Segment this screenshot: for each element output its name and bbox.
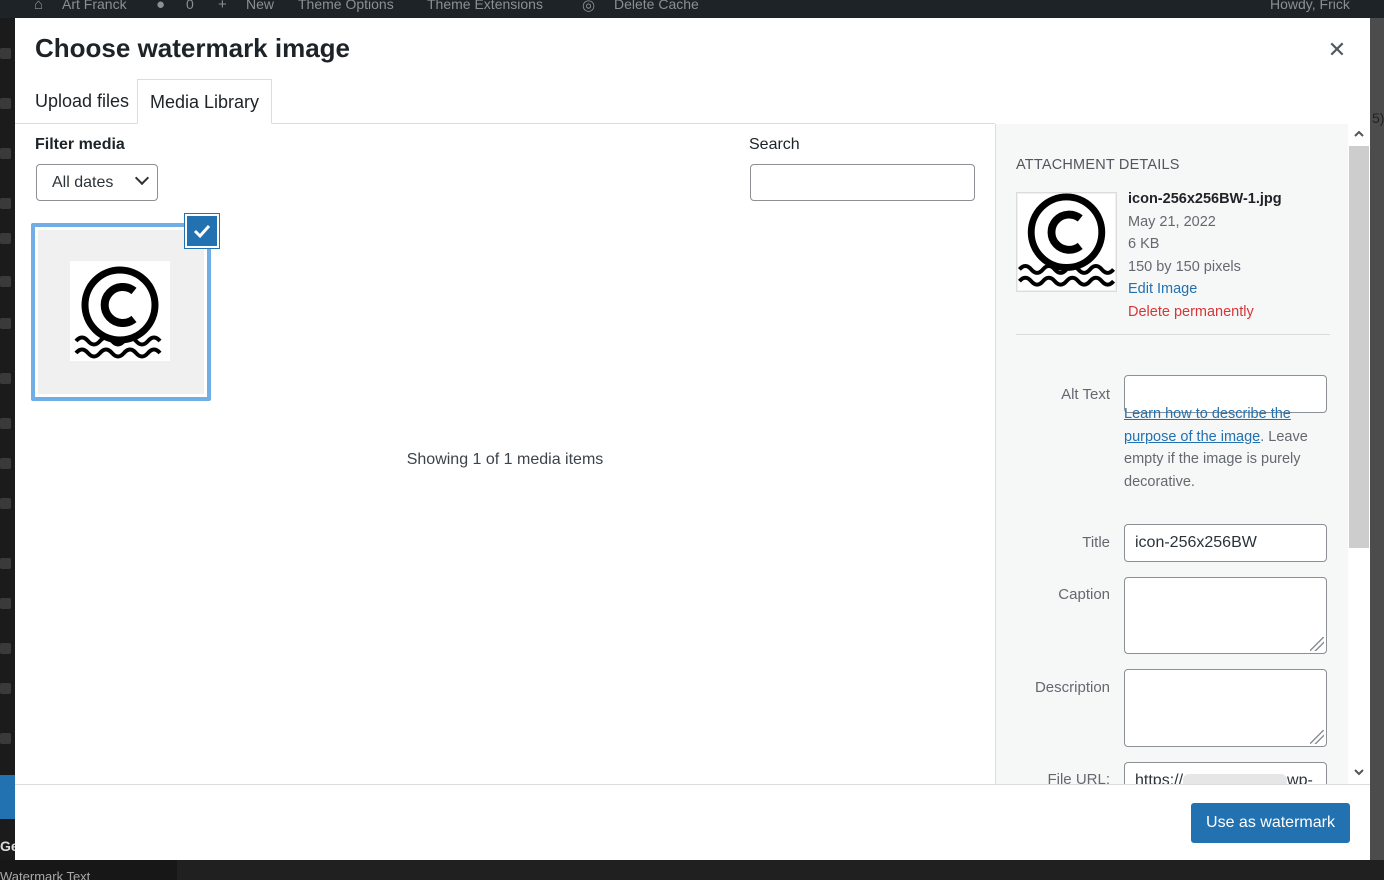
scroll-down-icon[interactable] (1353, 766, 1365, 778)
caption-textarea[interactable] (1124, 577, 1327, 654)
attachment-details-heading: ATTACHMENT DETAILS (1016, 157, 1180, 173)
plus-icon[interactable]: + (218, 0, 227, 13)
modal-footer: Use as watermark (15, 784, 1370, 860)
search-input[interactable] (750, 164, 975, 201)
description-label: Description (1034, 679, 1110, 696)
copyright-watermark-image (70, 261, 170, 361)
new-link[interactable]: New (246, 0, 274, 12)
search-label: Search (749, 136, 800, 153)
page-background-right: 5) (1370, 18, 1384, 880)
scrollbar-thumb[interactable] (1349, 146, 1369, 548)
attachment-date: May 21, 2022 (1128, 213, 1216, 230)
alt-text-help: Learn how to describe the purpose of the… (1124, 403, 1324, 493)
attachment-filename: icon-256x256BW-1.jpg (1128, 191, 1282, 207)
filter-media-label: Filter media (35, 136, 125, 153)
tab-upload-files[interactable]: Upload files (35, 79, 129, 124)
background-fragment: 5) (1372, 110, 1384, 126)
home-icon[interactable]: ⌂ (34, 0, 43, 13)
description-textarea[interactable] (1124, 669, 1327, 747)
caption-label: Caption (1058, 586, 1110, 603)
delete-permanently-link[interactable]: Delete permanently (1128, 301, 1282, 324)
theme-extensions-link[interactable]: Theme Extensions (427, 0, 543, 12)
title-input[interactable]: icon-256x256BW (1124, 524, 1327, 562)
modal-title: Choose watermark image (35, 33, 351, 63)
admin-sidebar-background (0, 18, 15, 880)
chevron-down-icon (134, 170, 150, 186)
redacted-url-segment (1183, 773, 1288, 784)
cache-icon[interactable]: ◎ (582, 0, 595, 14)
file-url-input[interactable]: https:// wp- (1124, 762, 1327, 784)
background-menu-fragment: Watermark Text (0, 869, 91, 880)
admin-bar: ⌂ Art Franck ● 0 + New Theme Options The… (0, 0, 1384, 18)
attachment-details-panel: ATTACHMENT DETAILS icon-256x256BW-1.jpg … (995, 124, 1350, 784)
theme-options-link[interactable]: Theme Options (298, 0, 394, 12)
admin-sidebar-active-item (0, 775, 15, 819)
file-url-prefix: https:// (1135, 772, 1184, 784)
alt-text-label: Alt Text (1061, 386, 1110, 403)
attachment-dimensions: 150 by 150 pixels (1128, 258, 1241, 275)
media-count-text: Showing 1 of 1 media items (406, 451, 604, 468)
tab-media-library[interactable]: Media Library (137, 79, 273, 124)
checkmark-icon (193, 224, 211, 239)
scroll-up-icon[interactable] (1353, 128, 1365, 140)
file-url-suffix: wp- (1287, 772, 1313, 784)
page-background-bottom: Ge Watermark Text (0, 838, 1384, 880)
title-label: Title (1082, 534, 1110, 551)
howdy-user[interactable]: Howdy, Frick (1270, 0, 1350, 12)
comments-icon[interactable]: ● (156, 0, 165, 13)
delete-cache-link[interactable]: Delete Cache (614, 0, 699, 12)
attachment-size: 6 KB (1128, 236, 1160, 253)
attachment-info: icon-256x256BW-1.jpg May 21, 2022 6 KB 1… (1128, 188, 1282, 324)
comments-count[interactable]: 0 (186, 0, 194, 12)
close-icon[interactable]: ✕ (1322, 36, 1352, 66)
use-as-watermark-button[interactable]: Use as watermark (1191, 803, 1350, 843)
site-name-link[interactable]: Art Franck (62, 0, 127, 12)
attachment-preview-image (1016, 192, 1117, 292)
media-item-thumbnail[interactable] (31, 223, 211, 401)
date-filter-select[interactable]: All dates (36, 164, 158, 201)
selected-check-button[interactable] (185, 214, 219, 248)
details-divider (1016, 334, 1330, 335)
date-filter-value: All dates (52, 174, 114, 191)
file-url-label: File URL: (1047, 771, 1110, 784)
edit-image-link[interactable]: Edit Image (1128, 278, 1282, 301)
media-modal: Choose watermark image ✕ Upload files Me… (15, 18, 1370, 860)
